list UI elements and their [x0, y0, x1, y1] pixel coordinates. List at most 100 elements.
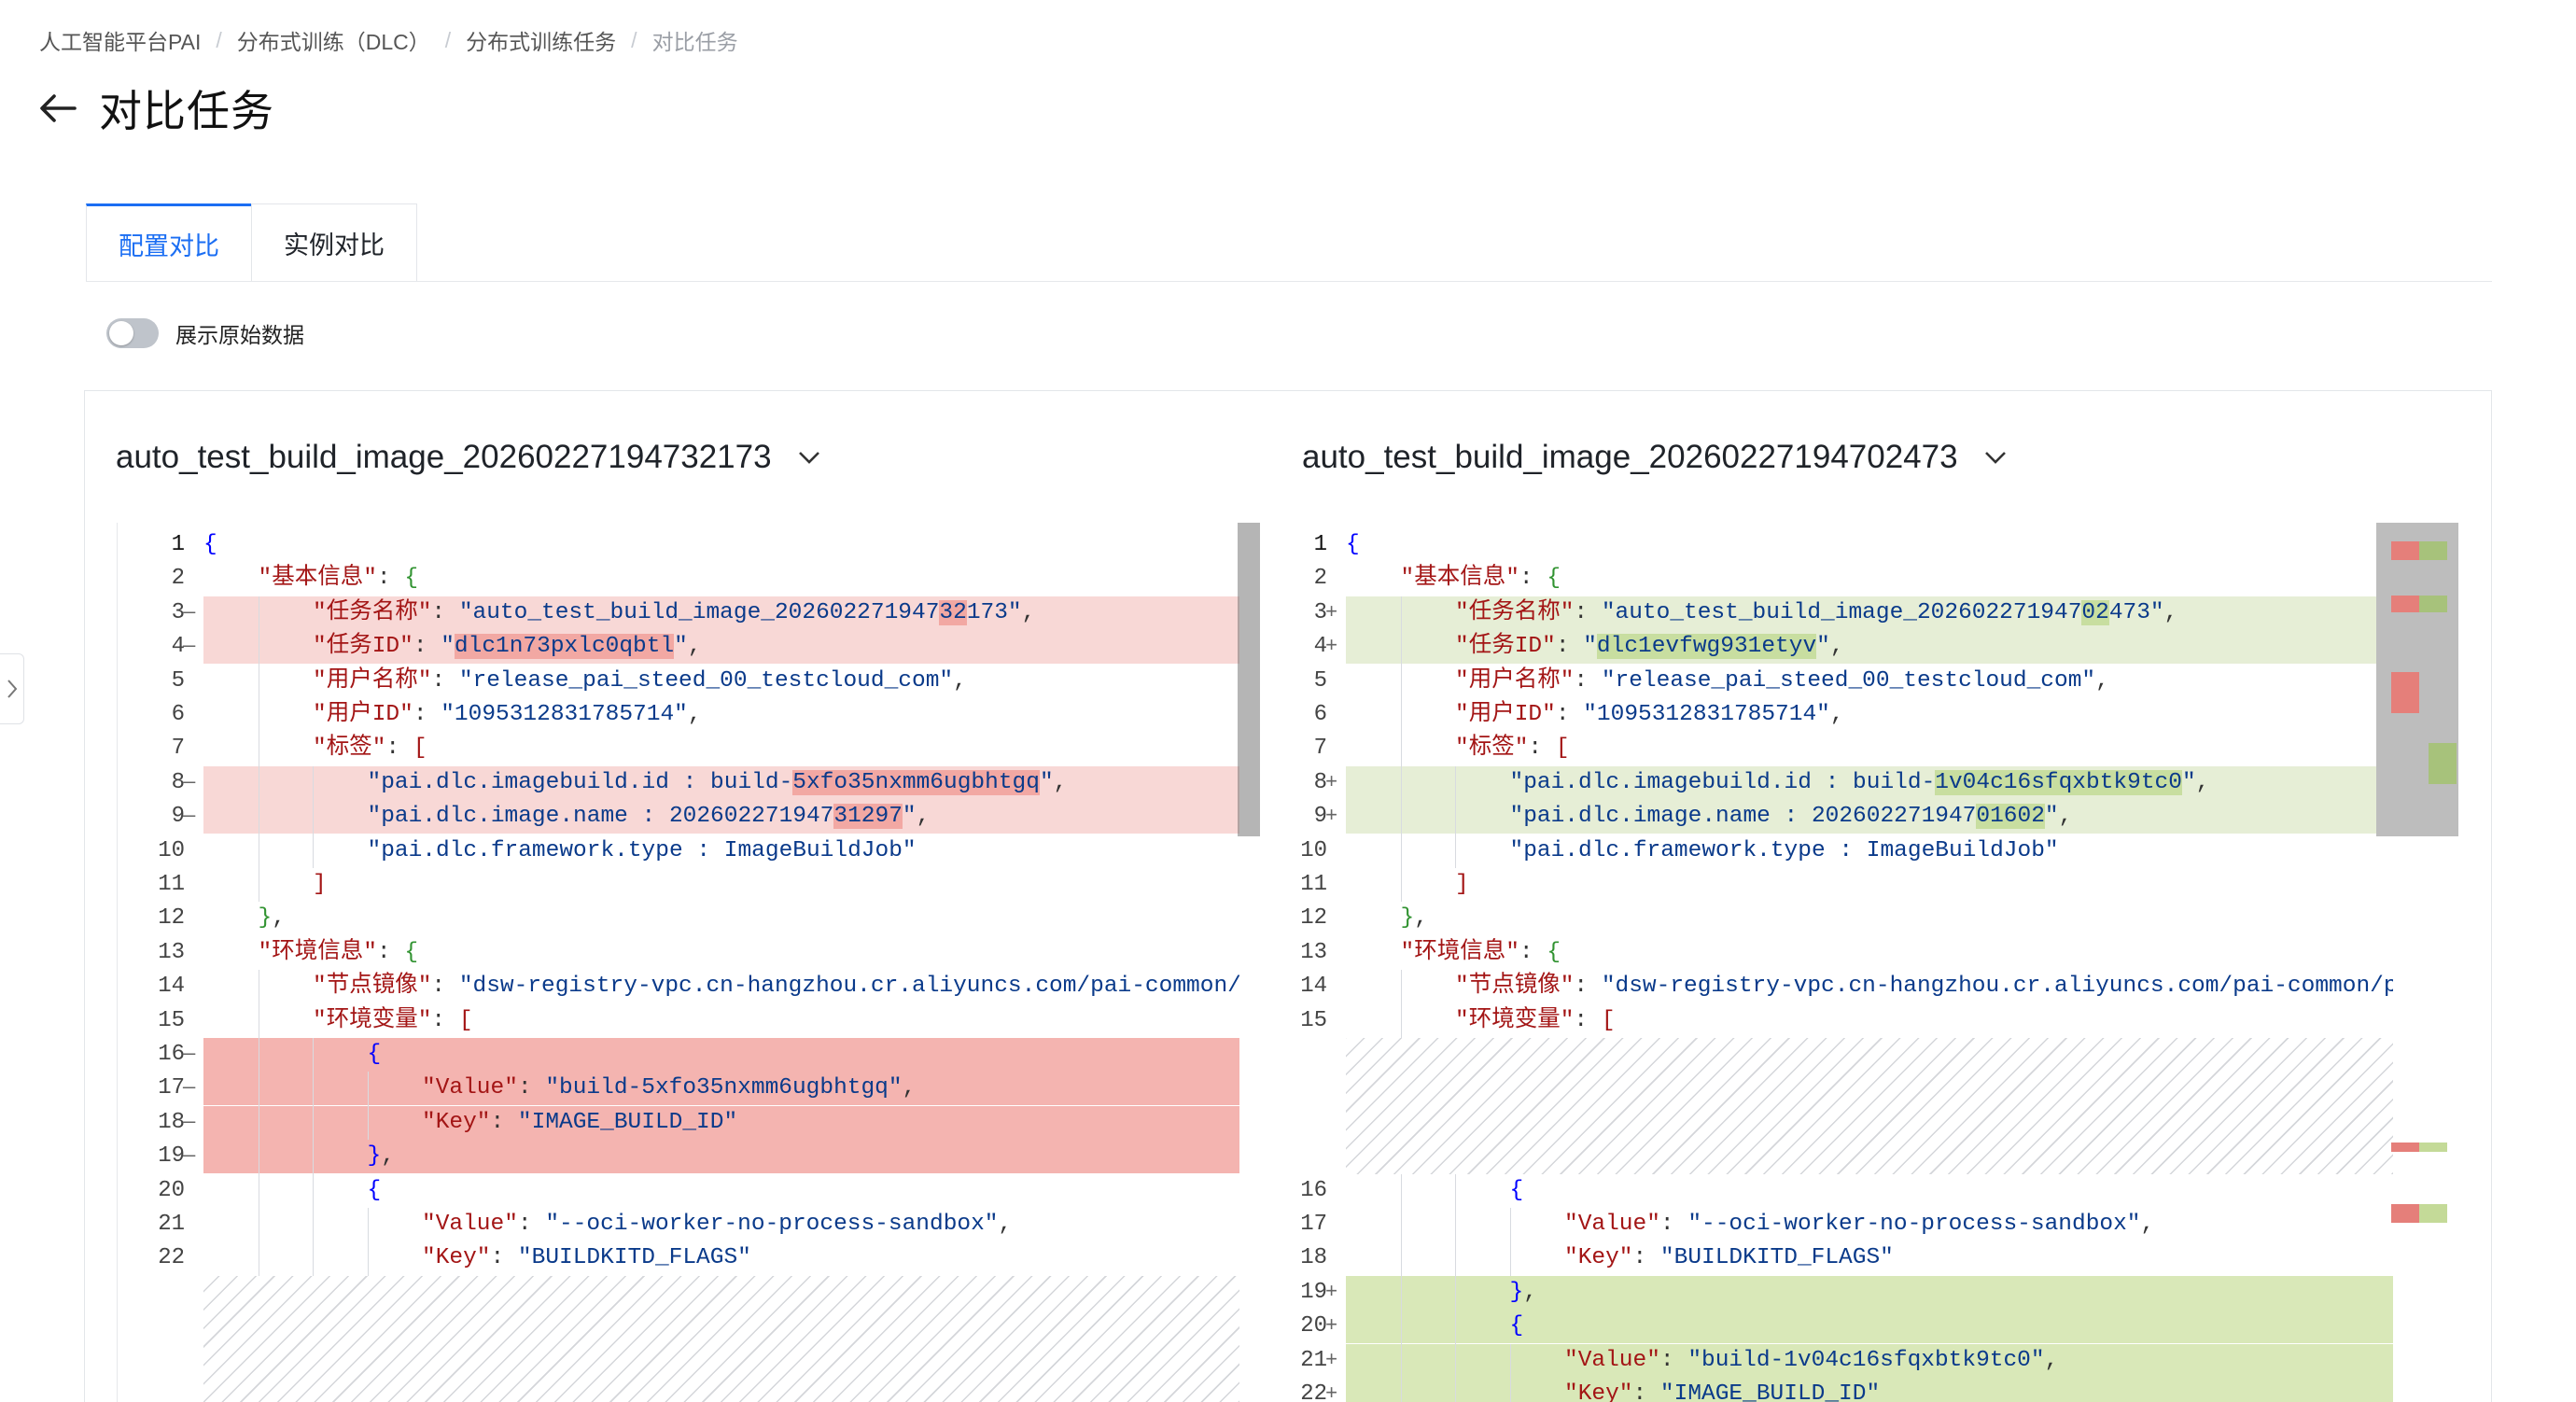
- line-number: 7: [171, 736, 185, 762]
- indent-guide: [1400, 1378, 1402, 1402]
- code-token: {: [1547, 939, 1561, 965]
- breadcrumb-item-dlc-jobs[interactable]: 分布式训练任务: [466, 24, 616, 56]
- raw-data-switch[interactable]: [106, 318, 159, 348]
- original-editor[interactable]: 1 2 3—4—5 6 7 8—9—10 11 12 13 14 15 16—17—18—19—20 2…: [117, 523, 1261, 1402]
- code-line[interactable]: "任务ID": "dlc1evfwg931etyv",: [1346, 630, 2393, 665]
- code-line[interactable]: "环境信息": {: [203, 936, 1239, 970]
- code-line[interactable]: "用户名称": "release_pai_steed_00_testcloud_…: [1346, 665, 2393, 698]
- code-token: "Key": [1564, 1245, 1633, 1271]
- code-token: "Value": [422, 1212, 518, 1237]
- code-token: "dsw-registry-vpc.cn-hangzhou.cr.aliyunc…: [1601, 974, 2393, 1000]
- code-line[interactable]: "标签": [: [203, 732, 1239, 765]
- code-line[interactable]: "Value": "build-1v04c16sfqxbtk9tc0",: [1346, 1343, 2393, 1378]
- scrollbar-thumb[interactable]: [1238, 523, 1261, 836]
- code-line[interactable]: "基本信息": {: [203, 562, 1239, 596]
- code-token: "标签": [313, 736, 386, 762]
- code-line[interactable]: "用户ID": "1095312831785714",: [1346, 698, 2393, 732]
- modified-editor[interactable]: 1 2 3 +4 +5 6 7 8 +9 +10 11 12 13 14 15 16 17 18 19 +20 +21 +…: [1260, 523, 2460, 1402]
- code-token: :: [431, 1007, 459, 1033]
- code-token: :: [1659, 1212, 1688, 1237]
- expand-sidebar-handle[interactable]: [0, 653, 24, 724]
- indent-guide: [1400, 698, 1402, 733]
- code-token: "环境信息": [1400, 939, 1519, 965]
- line-number: 16: [1300, 1177, 1327, 1203]
- code-line[interactable]: "pai.dlc.framework.type : ImageBuildJob": [203, 834, 1239, 868]
- code-line[interactable]: },: [1346, 1275, 2393, 1310]
- diff-overview-ruler[interactable]: [2376, 523, 2458, 1402]
- code-line[interactable]: "Value": "--oci-worker-no-process-sandbo…: [1346, 1208, 2393, 1241]
- chevron-right-icon: [7, 680, 17, 698]
- code-line[interactable]: "任务名称": "auto_test_build_image_202602271…: [1346, 596, 2393, 630]
- code-line[interactable]: "节点镜像": "dsw-registry-vpc.cn-hangzhou.cr…: [1346, 970, 2393, 1003]
- code-token: "节点镜像": [313, 974, 432, 1000]
- code-token: "auto_test_build_image_202602271947: [1601, 599, 2082, 625]
- code-line[interactable]: {: [203, 1038, 1239, 1072]
- code-line[interactable]: },: [203, 1140, 1239, 1174]
- line-number: 22: [1300, 1381, 1327, 1402]
- code-line[interactable]: ]: [1346, 868, 2393, 902]
- code-line[interactable]: "Value": "build-5xfo35nxmm6ugbhtgq",: [203, 1072, 1239, 1106]
- code-line[interactable]: {: [1346, 1310, 2393, 1344]
- line-number: 3: [1313, 599, 1327, 625]
- raw-data-toggle-row: 展示原始数据: [106, 317, 304, 349]
- tab-config-compare[interactable]: 配置对比: [86, 203, 251, 282]
- code-token: "build-1v04c16sfqxbtk9tc0": [1687, 1347, 2045, 1373]
- breadcrumb-item-dlc[interactable]: 分布式训练（DLC）: [237, 24, 430, 56]
- code-line[interactable]: "环境变量": [: [1346, 1004, 2393, 1038]
- code-token: 1v04c16sfqxbtk9tc0: [1935, 769, 2182, 795]
- code-line[interactable]: "Value": "--oci-worker-no-process-sandbo…: [203, 1208, 1239, 1241]
- code-line[interactable]: "pai.dlc.imagebuild.id : build-5xfo35nxm…: [203, 765, 1239, 800]
- code-line[interactable]: "pai.dlc.framework.type : ImageBuildJob": [1346, 834, 2393, 868]
- code-token: "Key": [422, 1245, 491, 1271]
- code-line[interactable]: "Key": "BUILDKITD_FLAGS": [203, 1241, 1239, 1275]
- line-number: 8: [171, 769, 185, 795]
- code-line[interactable]: "用户名称": "release_pai_steed_00_testcloud_…: [203, 665, 1239, 698]
- code-token: :: [376, 566, 405, 592]
- code-line[interactable]: "pai.dlc.imagebuild.id : build-1v04c16sf…: [1346, 765, 2393, 800]
- code-line[interactable]: {: [1346, 1174, 2393, 1208]
- code-line[interactable]: "pai.dlc.image.name : 20260227194731297"…: [203, 800, 1239, 834]
- code-line[interactable]: "环境变量": [: [203, 1004, 1239, 1038]
- code-line[interactable]: ]: [203, 868, 1239, 902]
- code-token: ": [902, 804, 917, 830]
- code-line[interactable]: {: [1346, 528, 2393, 562]
- code-line[interactable]: },: [1346, 902, 2393, 935]
- code-line[interactable]: "Key": "IMAGE_BUILD_ID": [203, 1105, 1239, 1140]
- code-area[interactable]: { "基本信息": {"任务名称": "auto_test_build_image…: [1346, 523, 2393, 1402]
- code-token: [: [458, 1007, 473, 1033]
- code-line[interactable]: "任务名称": "auto_test_build_image_202602271…: [203, 596, 1239, 630]
- code-line[interactable]: "任务ID": "dlc1n73pxlc0qbtl",: [203, 630, 1239, 665]
- code-line[interactable]: },: [203, 902, 1239, 935]
- indent-guide: [1509, 1241, 1511, 1276]
- code-line[interactable]: "Key": "IMAGE_BUILD_ID": [1346, 1378, 2393, 1402]
- indent-guide: [1400, 834, 1402, 868]
- line-number: 2: [171, 566, 185, 592]
- line-number-gutter: 1 2 3—4—5 6 7 8—9—10 11 12 13 14 15 16—17—18—19—20 2…: [118, 523, 203, 1402]
- code-line[interactable]: "标签": [: [1346, 732, 2393, 765]
- code-line[interactable]: "基本信息": {: [1346, 562, 2393, 596]
- code-token: "dsw-registry-vpc.cn-hangzhou.cr.aliyunc…: [458, 974, 1239, 1000]
- code-token: {: [1346, 532, 1360, 557]
- breadcrumb-separator: /: [631, 27, 637, 52]
- indent-guide: [1455, 1241, 1456, 1276]
- tab-instance-compare[interactable]: 实例对比: [251, 203, 417, 282]
- back-arrow-icon[interactable]: [37, 88, 78, 129]
- code-line[interactable]: "Key": "BUILDKITD_FLAGS": [1346, 1241, 2393, 1275]
- code-line[interactable]: "环境信息": {: [1346, 936, 2393, 970]
- code-line[interactable]: "pai.dlc.image.name : 20260227194701602"…: [1346, 800, 2393, 834]
- code-line[interactable]: "节点镜像": "dsw-registry-vpc.cn-hangzhou.cr…: [203, 970, 1239, 1003]
- insert-marker: +: [1325, 1314, 1338, 1339]
- code-line[interactable]: {: [203, 1174, 1239, 1208]
- editor-scrollbar[interactable]: [1238, 523, 1261, 1402]
- code-line[interactable]: {: [203, 528, 1239, 562]
- delete-marker: —: [183, 635, 196, 659]
- indent-guide: [1400, 596, 1402, 631]
- indent-guide: [1455, 1310, 1456, 1344]
- right-job-selector[interactable]: auto_test_build_image_20260227194702473: [1302, 439, 2007, 476]
- code-line[interactable]: "用户ID": "1095312831785714",: [203, 698, 1239, 732]
- code-area[interactable]: {"基本信息": {"任务名称": "auto_test_build_image…: [203, 523, 1239, 1402]
- code-token: "auto_test_build_image_202602271947: [458, 599, 940, 625]
- code-token: :: [1555, 634, 1584, 660]
- breadcrumb-item-pai[interactable]: 人工智能平台PAI: [39, 24, 201, 56]
- left-job-selector[interactable]: auto_test_build_image_20260227194732173: [116, 439, 820, 476]
